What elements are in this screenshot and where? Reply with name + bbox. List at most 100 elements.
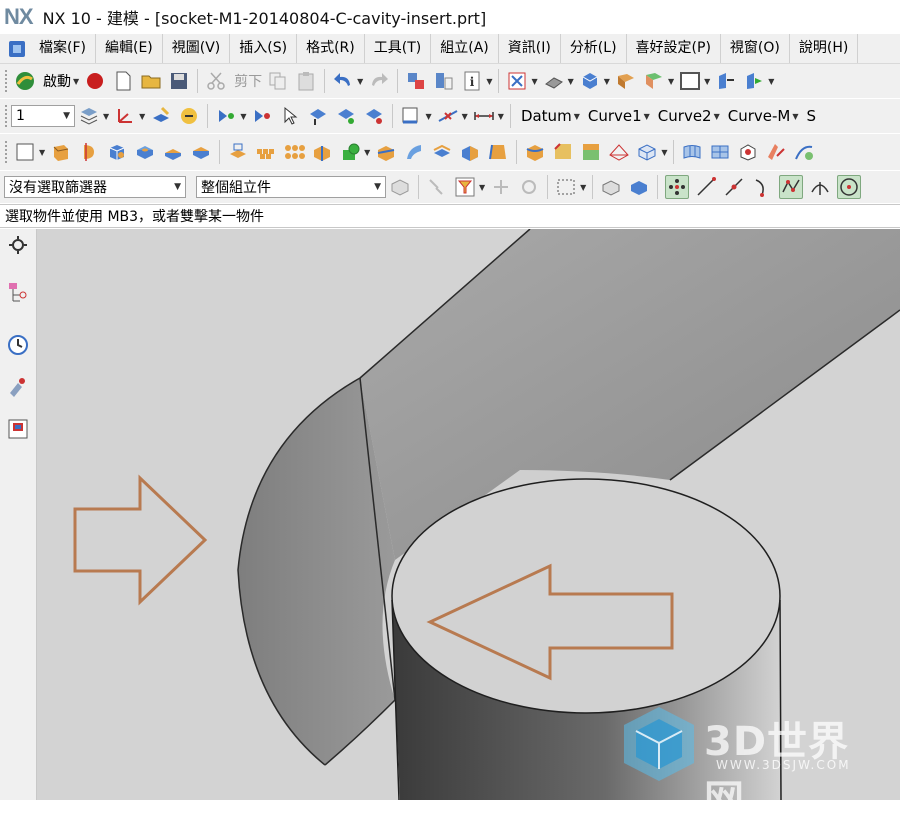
menu-tools[interactable]: 工具(T) bbox=[365, 34, 432, 63]
snap-enable-icon[interactable] bbox=[665, 175, 690, 199]
select-solid-icon[interactable] bbox=[600, 176, 622, 198]
chamfer-icon[interactable] bbox=[552, 141, 574, 163]
move-component-icon[interactable] bbox=[743, 70, 765, 92]
curve2-dropdown-icon[interactable]: ▼ bbox=[714, 112, 720, 121]
cut-icon[interactable] bbox=[205, 70, 227, 92]
fit-dropdown-icon[interactable]: ▼ bbox=[531, 77, 537, 86]
measure-distance-icon[interactable] bbox=[400, 105, 422, 127]
feature-rule-icon[interactable] bbox=[518, 176, 540, 198]
section-dropdown-icon[interactable]: ▼ bbox=[668, 77, 674, 86]
copy-icon[interactable] bbox=[267, 70, 289, 92]
type-filter-select[interactable]: 沒有選取篩選器 ▼ bbox=[4, 176, 186, 198]
filter-icon[interactable] bbox=[454, 176, 476, 198]
menu-edit[interactable]: 編輯(E) bbox=[96, 34, 163, 63]
menu-format[interactable]: 格式(R) bbox=[297, 34, 365, 63]
select-body-icon[interactable] bbox=[307, 105, 329, 127]
snap-endpoint-icon[interactable] bbox=[695, 176, 717, 198]
curve-m-toolbar-button[interactable]: Curve-M bbox=[722, 107, 793, 125]
app-menu-icon[interactable] bbox=[8, 40, 26, 58]
cut-label[interactable]: 剪下 bbox=[234, 71, 262, 91]
move-dropdown-icon[interactable]: ▼ bbox=[768, 77, 774, 86]
curve1-toolbar-button[interactable]: Curve1 bbox=[582, 107, 644, 125]
toolbar-grip[interactable] bbox=[4, 69, 8, 93]
face-analysis-icon[interactable] bbox=[608, 141, 630, 163]
paste-icon[interactable] bbox=[295, 70, 317, 92]
upstream-icon[interactable] bbox=[490, 176, 512, 198]
mold-wizard-icon[interactable] bbox=[765, 141, 787, 163]
through-curves-icon[interactable] bbox=[709, 141, 731, 163]
assembly-navigator-icon[interactable] bbox=[6, 281, 30, 305]
unite-icon[interactable] bbox=[311, 141, 333, 163]
start-button[interactable]: 啟動 bbox=[43, 71, 71, 91]
face-blend-icon[interactable] bbox=[580, 141, 602, 163]
info-dropdown-icon[interactable]: ▼ bbox=[486, 77, 492, 86]
select-pointer-icon[interactable] bbox=[279, 105, 301, 127]
select-feature-icon[interactable] bbox=[251, 105, 273, 127]
wcs-icon[interactable] bbox=[114, 105, 136, 127]
fit-view-icon[interactable] bbox=[506, 70, 528, 92]
isoparametric-icon[interactable] bbox=[636, 141, 658, 163]
dimension-dropdown-icon[interactable]: ▼ bbox=[498, 112, 504, 121]
section-view-icon[interactable] bbox=[643, 70, 665, 92]
shaded-view-icon[interactable] bbox=[579, 70, 601, 92]
extrude-icon[interactable] bbox=[50, 141, 72, 163]
menu-window[interactable]: 視窗(O) bbox=[721, 34, 790, 63]
clipping-icon[interactable] bbox=[615, 70, 637, 92]
swept-icon[interactable] bbox=[403, 141, 425, 163]
n-sided-surface-icon[interactable] bbox=[737, 141, 759, 163]
reverse-engineering-icon[interactable] bbox=[793, 141, 815, 163]
rectangle-select-icon[interactable] bbox=[555, 176, 577, 198]
background-dropdown-icon[interactable]: ▼ bbox=[704, 77, 710, 86]
offset-face-icon[interactable] bbox=[431, 141, 453, 163]
sketch-dropdown-icon[interactable]: ▼ bbox=[39, 148, 45, 157]
edit-object-display-icon[interactable] bbox=[150, 105, 172, 127]
show-hide-icon[interactable] bbox=[178, 105, 200, 127]
selection-scope-select[interactable]: 整個組立件 ▼ bbox=[196, 176, 386, 198]
filter-dropdown-icon[interactable]: ▼ bbox=[479, 183, 485, 192]
revolve-icon[interactable] bbox=[78, 141, 100, 163]
undo-icon[interactable] bbox=[332, 70, 354, 92]
record-icon[interactable] bbox=[84, 70, 106, 92]
settings-icon[interactable] bbox=[6, 233, 30, 257]
analysis-dropdown-icon[interactable]: ▼ bbox=[661, 148, 667, 157]
select-face-icon[interactable] bbox=[335, 105, 357, 127]
measure-dropdown-icon[interactable]: ▼ bbox=[425, 112, 431, 121]
info-object-icon[interactable] bbox=[433, 70, 455, 92]
select-edge-icon[interactable] bbox=[363, 105, 385, 127]
new-file-icon[interactable] bbox=[112, 70, 134, 92]
snap-dropdown-icon[interactable]: ▼ bbox=[240, 112, 246, 121]
reuse-library-icon[interactable] bbox=[6, 375, 30, 399]
undo-dropdown-icon[interactable]: ▼ bbox=[357, 77, 363, 86]
trim-body-icon[interactable] bbox=[375, 141, 397, 163]
menu-assembly[interactable]: 組立(A) bbox=[431, 34, 499, 63]
point-dropdown-icon[interactable]: ▼ bbox=[462, 112, 468, 121]
toolbar-grip[interactable] bbox=[4, 140, 8, 164]
orient-view-icon[interactable] bbox=[543, 70, 565, 92]
snap-quadrant-icon[interactable] bbox=[837, 175, 862, 199]
general-selection-icon[interactable] bbox=[426, 176, 448, 198]
shell-icon[interactable] bbox=[227, 141, 249, 163]
datum-toolbar-button[interactable]: Datum bbox=[515, 107, 574, 125]
snap-point-icon[interactable] bbox=[215, 105, 237, 127]
open-folder-icon[interactable] bbox=[140, 70, 162, 92]
subtract-icon[interactable] bbox=[339, 141, 361, 163]
edge-blend-icon[interactable] bbox=[524, 141, 546, 163]
select-sheet-icon[interactable] bbox=[628, 176, 650, 198]
snap-intersection-icon[interactable] bbox=[779, 175, 804, 199]
datum-dropdown-icon[interactable]: ▼ bbox=[574, 112, 580, 121]
snap-control-point-icon[interactable] bbox=[751, 176, 773, 198]
menu-help[interactable]: 說明(H) bbox=[790, 34, 859, 63]
menu-file[interactable]: 檔案(F) bbox=[30, 34, 96, 63]
start-dropdown-icon[interactable]: ▼ bbox=[73, 77, 79, 86]
curve1-dropdown-icon[interactable]: ▼ bbox=[644, 112, 650, 121]
pattern-feature-icon[interactable] bbox=[255, 141, 277, 163]
thicken-icon[interactable] bbox=[459, 141, 481, 163]
start-icon[interactable] bbox=[14, 70, 36, 92]
move-to-layer-icon[interactable] bbox=[715, 70, 737, 92]
linear-dimension-icon[interactable] bbox=[473, 105, 495, 127]
menu-analysis[interactable]: 分析(L) bbox=[561, 34, 627, 63]
block-icon[interactable] bbox=[106, 141, 128, 163]
surface-icon[interactable] bbox=[681, 141, 703, 163]
shaded-dropdown-icon[interactable]: ▼ bbox=[604, 77, 610, 86]
boss-icon[interactable] bbox=[162, 141, 184, 163]
